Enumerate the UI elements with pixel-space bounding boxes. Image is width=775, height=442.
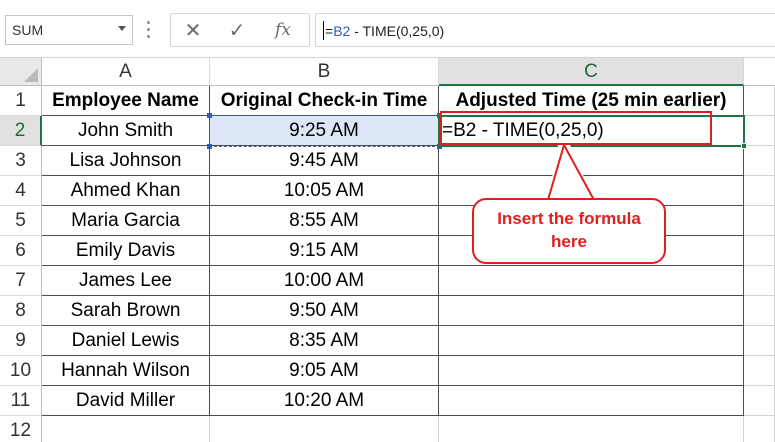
cell-d2[interactable] (744, 116, 775, 146)
cell-b12[interactable] (210, 416, 439, 442)
cell-b3[interactable]: 9:45 AM (210, 146, 439, 176)
formula-text: =B2 - TIME(0,25,0) (325, 23, 445, 39)
formula-buttons: ✕ ✓ fx (170, 13, 310, 47)
cell-a7[interactable]: James Lee (42, 266, 210, 296)
row-header-3[interactable]: 3 (0, 146, 42, 176)
cell-a4[interactable]: Ahmed Khan (42, 176, 210, 206)
cell-b1[interactable]: Original Check-in Time (210, 86, 439, 116)
cell-a9[interactable]: Daniel Lewis (42, 326, 210, 356)
drag-handle-icon[interactable] (147, 18, 151, 40)
cell-a11[interactable]: David Miller (42, 386, 210, 416)
row-header-12[interactable]: 12 (0, 416, 42, 442)
cell-b2[interactable]: 9:25 AM (210, 116, 439, 146)
cell-a12[interactable] (42, 416, 210, 442)
cell-d12[interactable] (744, 416, 775, 442)
column-header-b[interactable]: B (210, 58, 439, 86)
cell-c10[interactable] (439, 356, 744, 386)
column-header-d[interactable] (744, 58, 775, 86)
cell-b10[interactable]: 9:05 AM (210, 356, 439, 386)
row-header-4[interactable]: 4 (0, 176, 42, 206)
cell-c3[interactable] (439, 146, 744, 176)
cell-c7[interactable] (439, 266, 744, 296)
cell-d11[interactable] (744, 386, 775, 416)
row-header-2[interactable]: 2 (0, 116, 42, 146)
cell-a10[interactable]: Hannah Wilson (42, 356, 210, 386)
cell-d4[interactable] (744, 176, 775, 206)
cell-d9[interactable] (744, 326, 775, 356)
cell-a1[interactable]: Employee Name (42, 86, 210, 116)
cell-b9[interactable]: 8:35 AM (210, 326, 439, 356)
cell-b4[interactable]: 10:05 AM (210, 176, 439, 206)
cell-d6[interactable] (744, 236, 775, 266)
cell-d10[interactable] (744, 356, 775, 386)
cell-d7[interactable] (744, 266, 775, 296)
cell-a3[interactable]: Lisa Johnson (42, 146, 210, 176)
cell-c9[interactable] (439, 326, 744, 356)
callout-text-line-2: here (551, 232, 587, 251)
cell-a6[interactable]: Emily Davis (42, 236, 210, 266)
select-all-button[interactable] (0, 58, 42, 86)
cell-c1[interactable]: Adjusted Time (25 min earlier) (439, 86, 744, 116)
cell-b6[interactable]: 9:15 AM (210, 236, 439, 266)
row-header-9[interactable]: 9 (0, 326, 42, 356)
cancel-icon[interactable]: ✕ (173, 14, 213, 46)
insert-function-icon[interactable]: fx (263, 14, 303, 46)
cell-c8[interactable] (439, 296, 744, 326)
cell-d3[interactable] (744, 146, 775, 176)
cell-c12[interactable] (439, 416, 744, 442)
column-header-c[interactable]: C (439, 58, 744, 86)
formula-input[interactable]: =B2 - TIME(0,25,0) (315, 13, 775, 47)
row-header-7[interactable]: 7 (0, 266, 42, 296)
row-header-8[interactable]: 8 (0, 296, 42, 326)
annotation-callout: Insert the formula here (472, 198, 666, 264)
callout-text-line-1: Insert the formula (497, 209, 641, 228)
cell-c2[interactable]: =B2 - TIME(0,25,0) (439, 116, 744, 146)
cell-b8[interactable]: 9:50 AM (210, 296, 439, 326)
cell-a5[interactable]: Maria Garcia (42, 206, 210, 236)
name-box[interactable]: SUM (5, 15, 133, 45)
cell-a8[interactable]: Sarah Brown (42, 296, 210, 326)
row-header-6[interactable]: 6 (0, 236, 42, 266)
chevron-down-icon[interactable] (118, 26, 126, 31)
name-box-value: SUM (12, 22, 44, 38)
text-cursor (323, 21, 324, 40)
cell-d1[interactable] (744, 86, 775, 116)
cell-d5[interactable] (744, 206, 775, 236)
check-icon[interactable]: ✓ (217, 14, 257, 46)
cell-a2[interactable]: John Smith (42, 116, 210, 146)
row-header-5[interactable]: 5 (0, 206, 42, 236)
column-header-a[interactable]: A (42, 58, 210, 86)
cell-b11[interactable]: 10:20 AM (210, 386, 439, 416)
cell-c11[interactable] (439, 386, 744, 416)
cell-b7[interactable]: 10:00 AM (210, 266, 439, 296)
row-header-1[interactable]: 1 (0, 86, 42, 116)
cell-b5[interactable]: 8:55 AM (210, 206, 439, 236)
formula-bar-area: SUM ✕ ✓ fx =B2 - TIME(0,25,0) (0, 0, 775, 58)
cell-d8[interactable] (744, 296, 775, 326)
row-header-10[interactable]: 10 (0, 356, 42, 386)
row-header-11[interactable]: 11 (0, 386, 42, 416)
